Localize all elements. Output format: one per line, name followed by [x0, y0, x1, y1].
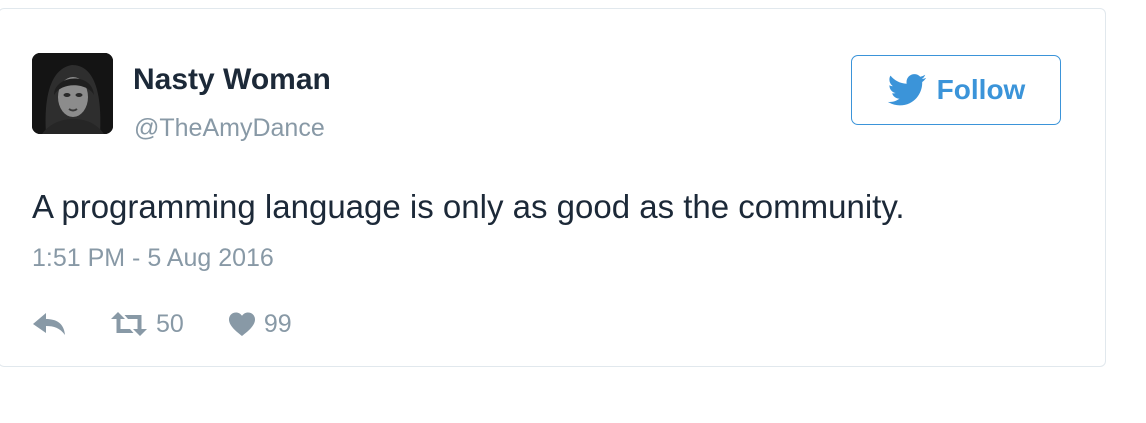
- twitter-bird-icon: [887, 74, 926, 106]
- tweet-actions: 50 99: [32, 305, 292, 343]
- like-count: 99: [263, 309, 292, 338]
- avatar[interactable]: [32, 53, 113, 134]
- retweet-icon: [111, 312, 147, 336]
- reply-button[interactable]: [32, 311, 66, 337]
- retweet-count: 50: [156, 309, 184, 338]
- follow-button[interactable]: Follow: [851, 55, 1061, 125]
- reply-icon: [33, 313, 65, 335]
- heart-icon: [228, 312, 255, 336]
- like-button[interactable]: 99: [228, 310, 292, 339]
- retweet-button[interactable]: 50: [110, 310, 184, 339]
- tweet-text: A programming language is only as good a…: [32, 188, 905, 225]
- author-name[interactable]: Nasty Woman: [133, 63, 331, 97]
- follow-label: Follow: [936, 74, 1026, 105]
- tweet-timestamp[interactable]: 1:51 PM - 5 Aug 2016: [32, 243, 274, 273]
- author-handle[interactable]: @TheAmyDance: [134, 113, 325, 143]
- tweet-card: Nasty Woman @TheAmyDance Follow A progra…: [0, 8, 1106, 367]
